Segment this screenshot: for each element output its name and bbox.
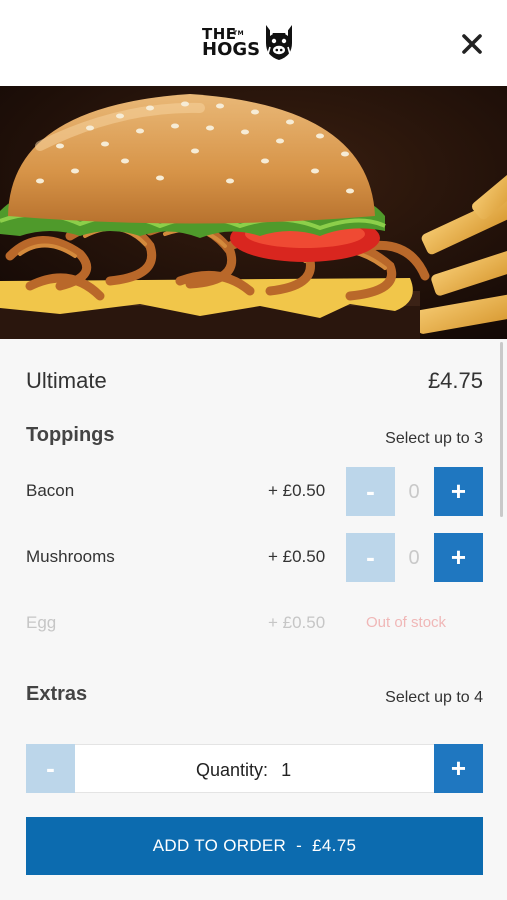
- logo-text: THE TM HOGS: [202, 25, 261, 60]
- topping-price: + £0.50: [268, 481, 326, 500]
- extras-hint: Select up to 4: [385, 689, 483, 706]
- out-of-stock-label: Out of stock: [366, 614, 447, 631]
- mushrooms-quantity: 0: [408, 547, 420, 569]
- scrollbar[interactable]: [500, 342, 503, 517]
- logo-line1: THE: [202, 25, 237, 43]
- topping-name: Bacon: [26, 481, 75, 500]
- decrease-mushrooms-button[interactable]: -: [346, 533, 395, 582]
- burger-photo: [0, 86, 507, 339]
- quantity-value: 1: [281, 760, 292, 780]
- quantity-label: Quantity:: [196, 760, 269, 780]
- topping-name: Egg: [26, 613, 57, 632]
- increase-quantity-button[interactable]: +: [434, 744, 483, 793]
- header: THE TM HOGS: [0, 0, 507, 86]
- close-icon[interactable]: [458, 30, 486, 58]
- product-name: Ultimate: [26, 368, 107, 393]
- add-to-order-button[interactable]: ADD TO ORDER - £4.75: [26, 817, 483, 875]
- toppings-hint: Select up to 3: [385, 430, 483, 447]
- add-to-order-label: ADD TO ORDER - £4.75: [152, 836, 357, 855]
- quantity-display: Quantity: 1: [196, 760, 291, 781]
- logo-line2: HOGS: [202, 39, 261, 60]
- decrease-quantity-button[interactable]: -: [26, 744, 75, 793]
- topping-name: Mushrooms: [26, 547, 115, 566]
- decrease-bacon-button[interactable]: -: [346, 467, 395, 516]
- topping-price: + £0.50: [268, 547, 326, 566]
- brand-logo: THE TM HOGS: [202, 22, 297, 62]
- product-price: £4.75: [427, 368, 483, 393]
- product-image: [0, 86, 507, 339]
- increase-bacon-button[interactable]: +: [434, 467, 483, 516]
- bacon-quantity: 0: [408, 481, 420, 503]
- topping-price: + £0.50: [268, 613, 326, 632]
- logo-trademark: TM: [233, 30, 245, 37]
- extras-title: Extras: [26, 683, 88, 705]
- hog-head-icon: [266, 25, 293, 60]
- increase-mushrooms-button[interactable]: +: [434, 533, 483, 582]
- toppings-title: Toppings: [26, 424, 115, 446]
